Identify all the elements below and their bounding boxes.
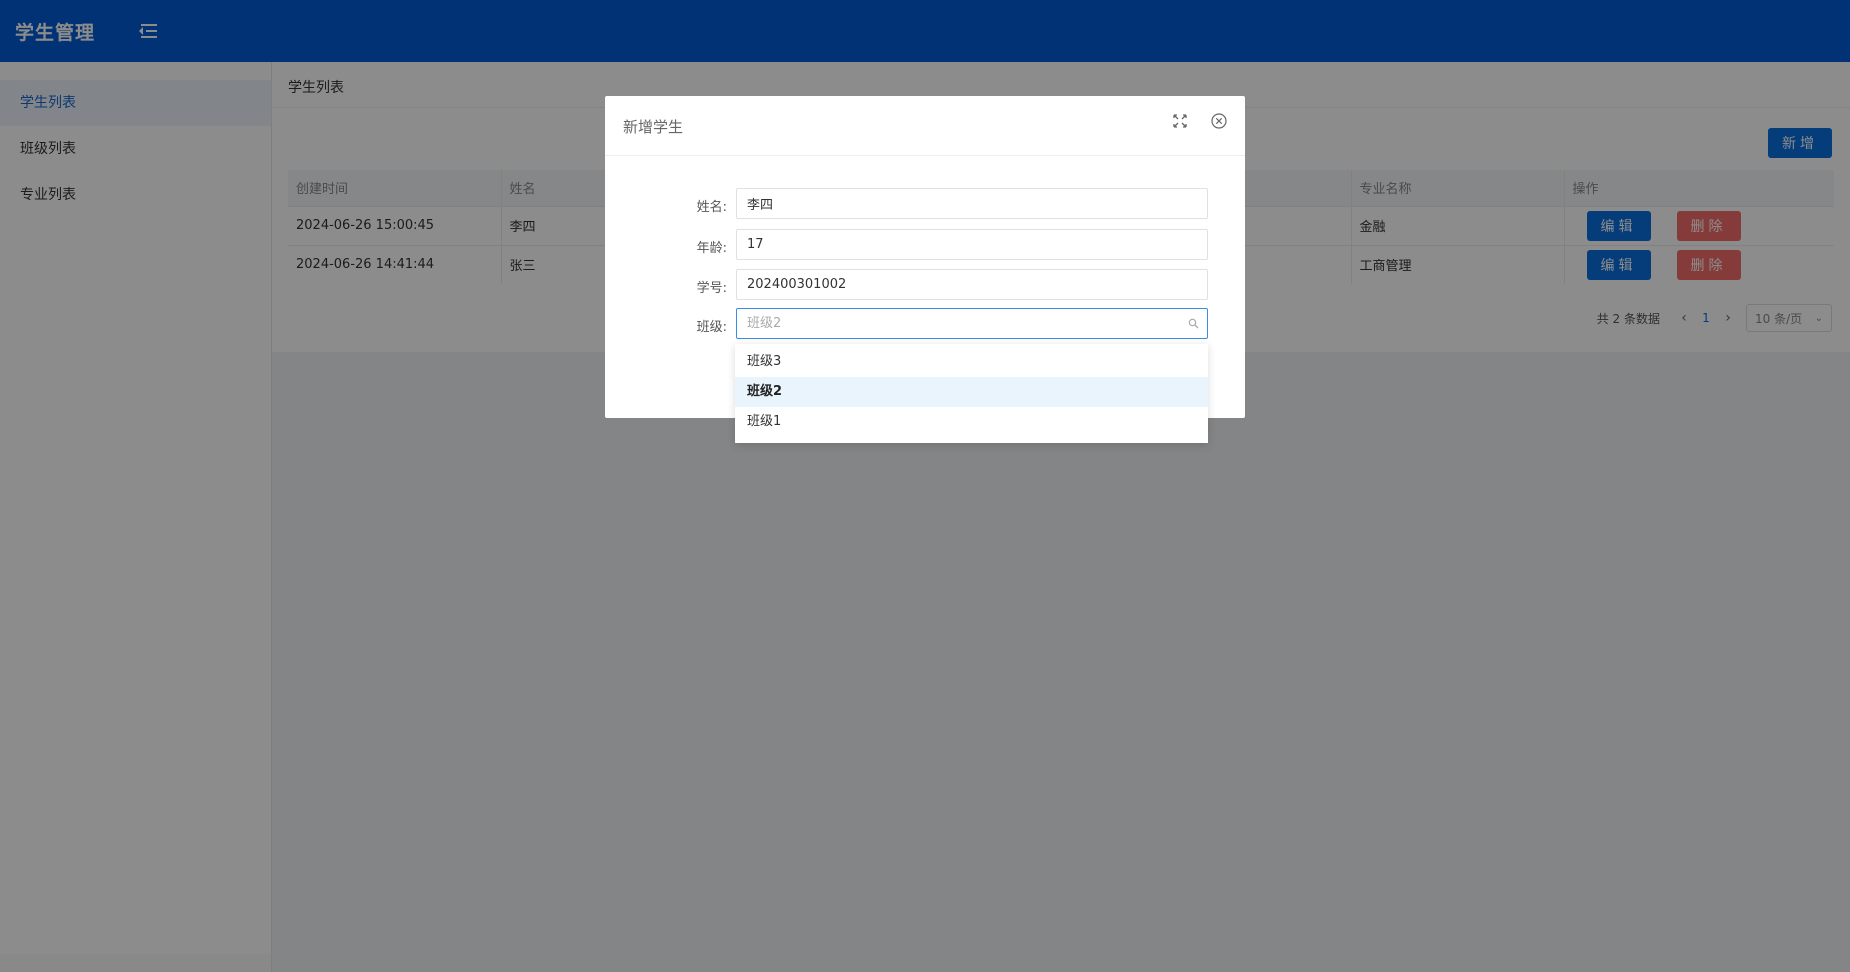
class-dropdown: 班级3 班级2 班级1 xyxy=(735,344,1208,443)
age-label: 年龄: xyxy=(696,241,727,256)
student-no-label: 学号: xyxy=(696,281,727,296)
student-no-input[interactable] xyxy=(736,269,1208,300)
fullscreen-icon[interactable] xyxy=(1173,114,1187,128)
dropdown-option[interactable]: 班级3 xyxy=(735,347,1208,377)
name-label: 姓名: xyxy=(696,200,727,215)
search-icon xyxy=(1188,318,1199,329)
close-icon[interactable] xyxy=(1211,113,1227,129)
dialog-header: 新增学生 xyxy=(605,96,1245,156)
dialog-title: 新增学生 xyxy=(623,118,684,136)
form-row-student-no: 学号: xyxy=(605,269,1245,301)
class-select-input[interactable] xyxy=(736,308,1208,339)
dropdown-option-selected[interactable]: 班级2 xyxy=(735,377,1208,407)
form-row-class: 班级: xyxy=(605,308,1245,340)
form-row-name: 姓名: xyxy=(605,188,1245,220)
form-row-age: 年龄: xyxy=(605,229,1245,261)
class-label: 班级: xyxy=(696,320,727,335)
age-input[interactable] xyxy=(736,229,1208,260)
dropdown-option[interactable]: 班级1 xyxy=(735,407,1208,437)
name-input[interactable] xyxy=(736,188,1208,219)
